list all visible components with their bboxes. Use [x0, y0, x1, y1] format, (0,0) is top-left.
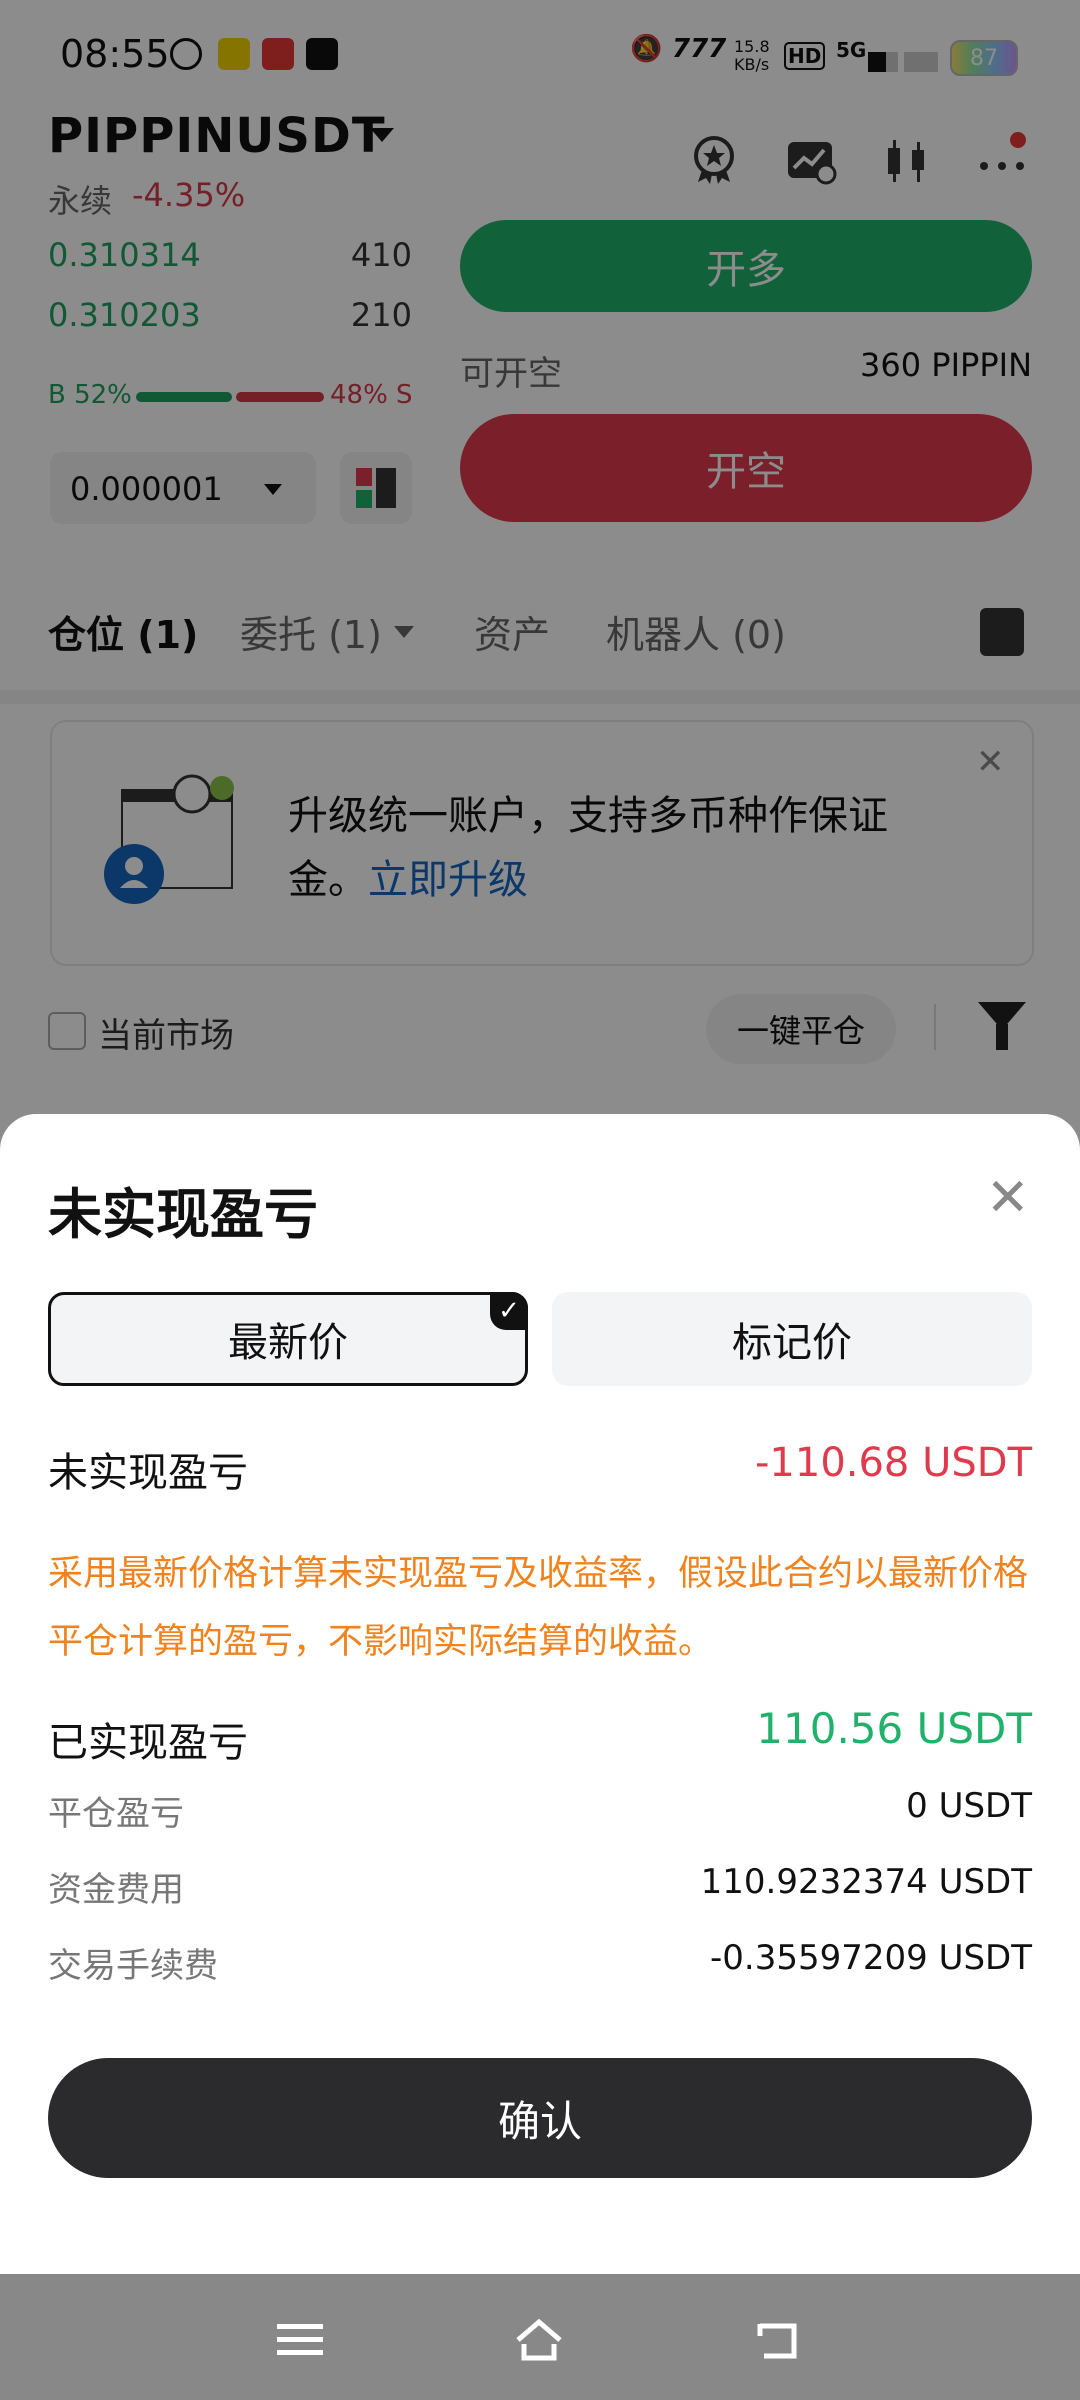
- trading-fee-value: -0.35597209 USDT: [710, 1938, 1032, 1978]
- funding-fee-label: 资金费用: [48, 1870, 184, 1910]
- pnl-explanation-note: 采用最新价格计算未实现盈亏及收益率，假设此合约以最新价格平仓计算的盈亏，不影响实…: [48, 1554, 1029, 1662]
- segment-latest-price[interactable]: 最新价: [48, 1292, 528, 1386]
- trading-fee-label: 交易手续费: [48, 1946, 218, 1986]
- funding-fee-value: 110.9232374 USDT: [700, 1862, 1032, 1902]
- segment-mark-price[interactable]: 标记价: [552, 1292, 1032, 1386]
- close-pnl-value: 0 USDT: [906, 1786, 1032, 1826]
- realized-pnl-label: 已实现盈亏: [48, 1720, 248, 1766]
- menu-icon[interactable]: [275, 2318, 325, 2362]
- unrealized-pnl-value: -110.68 USDT: [754, 1440, 1032, 1486]
- confirm-button[interactable]: 确认: [48, 2058, 1032, 2178]
- close-icon[interactable]: ✕: [986, 1172, 1030, 1224]
- realized-pnl-value: 110.56 USDT: [756, 1704, 1032, 1753]
- home-icon[interactable]: [514, 2318, 564, 2362]
- check-icon: ✓: [490, 1292, 528, 1330]
- sheet-title: 未实现盈亏: [48, 1183, 318, 1246]
- unrealized-pnl-label: 未实现盈亏: [48, 1450, 248, 1496]
- close-pnl-label: 平仓盈亏: [48, 1794, 184, 1834]
- back-icon[interactable]: [754, 2318, 804, 2362]
